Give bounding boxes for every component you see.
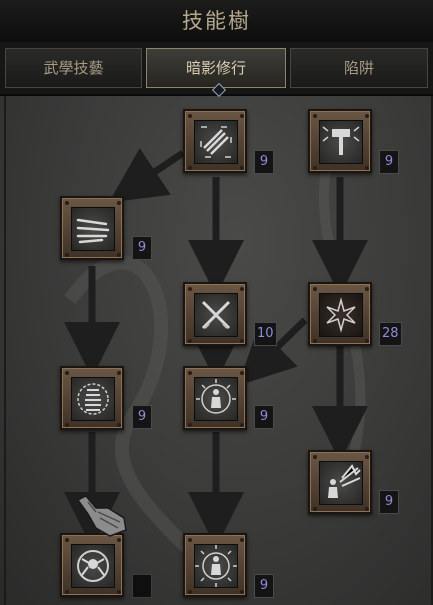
frame-rivet (188, 166, 192, 170)
window-title: 技能樹 (182, 9, 251, 33)
skill-tree-window: 技能樹 武學技藝 暗影修行 陷阱 9 9 9 10 28 9 9 9 9 (0, 0, 433, 605)
frame-rivet (117, 253, 121, 257)
triple-claws-icon (76, 218, 110, 244)
frame-rivet (365, 455, 369, 459)
rank-spider-aura (132, 574, 152, 598)
frame-rivet (117, 423, 121, 427)
skill-claw-slash[interactable] (183, 109, 247, 173)
frame-rivet (365, 339, 369, 343)
rank-hammer-blast: 9 (379, 150, 399, 174)
radiant-figure-icon (196, 379, 236, 414)
rank-triple-claws: 9 (132, 236, 152, 260)
skill-blast-figure[interactable] (308, 450, 372, 514)
frame-rivet (240, 166, 244, 170)
tab-shadow-disciplines[interactable]: 暗影修行 (146, 48, 286, 88)
rank-shadow-star: 28 (379, 322, 402, 346)
frame-rivet (188, 287, 192, 291)
frame-rivet (313, 166, 317, 170)
frame-rivet (240, 114, 244, 118)
frame-rivet (65, 201, 69, 205)
frame-rivet (313, 114, 317, 118)
frame-rivet (65, 423, 69, 427)
blast-figure-icon (328, 464, 361, 498)
frame-rivet (365, 287, 369, 291)
frame-rivet (240, 371, 244, 375)
skill-shadow-star[interactable] (308, 282, 372, 346)
frame-rivet (117, 201, 121, 205)
frame-rivet (188, 339, 192, 343)
frame-rivet (365, 114, 369, 118)
frame-rivet (117, 590, 121, 594)
frame-rivet (65, 590, 69, 594)
tab-martial-arts[interactable]: 武學技藝 (5, 48, 142, 88)
title-bar: 技能樹 (0, 0, 433, 43)
skill-crossed-blades[interactable] (183, 282, 247, 346)
frame-rivet (240, 339, 244, 343)
crossed-blades-icon (201, 300, 231, 330)
frame-rivet (313, 287, 317, 291)
frame-rivet (188, 590, 192, 594)
frame-rivet (188, 114, 192, 118)
frame-rivet (313, 339, 317, 343)
skill-radiant-figure[interactable] (183, 366, 247, 430)
frame-rivet (188, 538, 192, 542)
frame-rivet (65, 538, 69, 542)
frame-rivet (188, 423, 192, 427)
frame-rivet (65, 253, 69, 257)
claw-slash-icon (200, 126, 232, 158)
skill-spider-aura[interactable] (60, 533, 124, 597)
frame-rivet (313, 507, 317, 511)
frame-rivet (240, 590, 244, 594)
frame-rivet (240, 423, 244, 427)
frame-rivet (240, 287, 244, 291)
frame-rivet (117, 371, 121, 375)
spider-aura-icon (77, 550, 109, 582)
frame-rivet (313, 455, 317, 459)
shadow-star-icon (326, 297, 356, 333)
frame-rivet (65, 371, 69, 375)
gauntlet-cursor-icon (76, 495, 127, 537)
frame-rivet (365, 507, 369, 511)
rank-radiant-figure: 9 (254, 405, 274, 429)
frame-rivet (365, 166, 369, 170)
skill-burst-figure[interactable] (183, 533, 247, 597)
burst-figure-icon (195, 545, 237, 587)
rank-coiled-tower: 9 (132, 405, 152, 429)
rank-blast-figure: 9 (379, 490, 399, 514)
hammer-blast-icon (322, 126, 360, 155)
skill-triple-claws[interactable] (60, 196, 124, 260)
tab-traps[interactable]: 陷阱 (290, 48, 428, 88)
rank-burst-figure: 9 (254, 574, 274, 598)
frame-rivet (188, 371, 192, 375)
skill-hammer-blast[interactable] (308, 109, 372, 173)
frame-rivet (117, 538, 121, 542)
frame-rivet (240, 538, 244, 542)
rank-claw-slash: 9 (254, 150, 274, 174)
skill-coiled-tower[interactable] (60, 366, 124, 430)
rank-crossed-blades: 10 (254, 322, 277, 346)
coiled-tower-icon (77, 383, 109, 415)
